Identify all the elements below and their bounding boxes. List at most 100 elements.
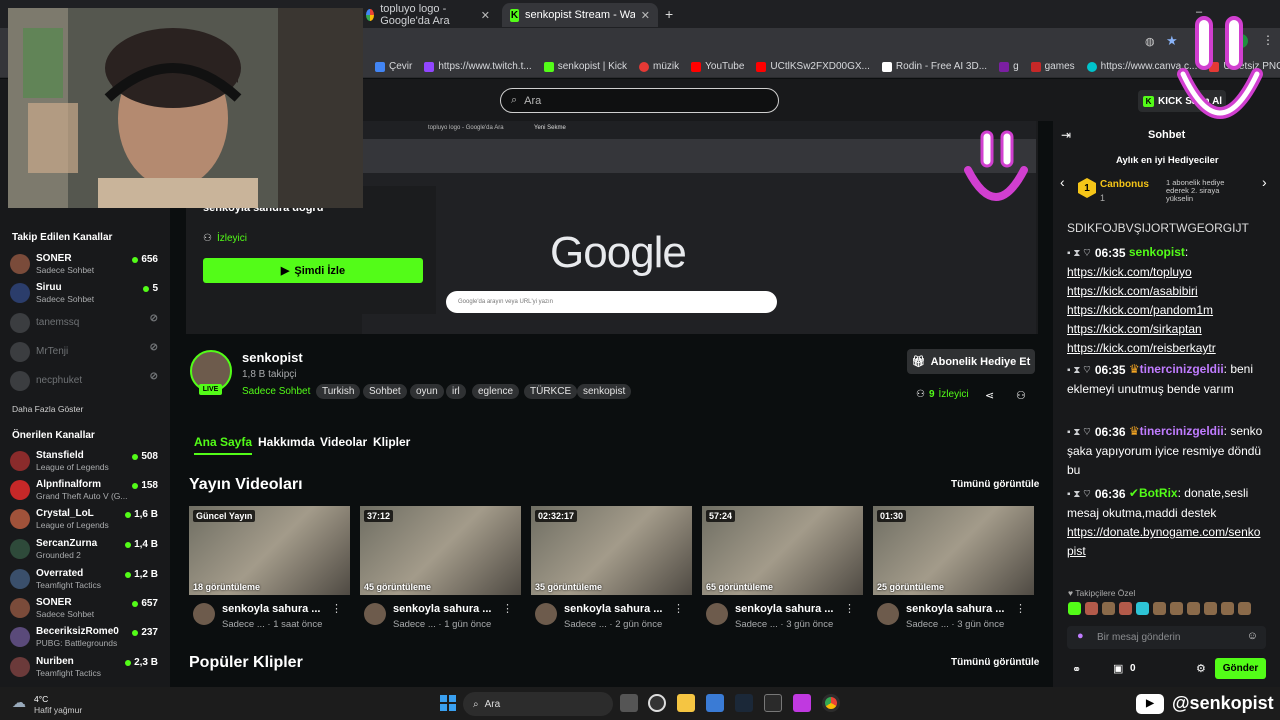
collapse-chat-icon[interactable]: ⇥ [1061,128,1071,142]
eye-off-icon[interactable]: ◍ [1145,35,1155,48]
chat-username[interactable]: tinercinizgeldii [1140,424,1224,438]
sidebar-channel[interactable]: Nuriben Teamfight Tactics 2,3 B [10,654,160,680]
emote[interactable] [1204,602,1217,615]
tag[interactable]: eglence [472,384,520,399]
emote[interactable] [1153,602,1166,615]
epic-games-icon[interactable] [764,694,782,712]
bookmark[interactable]: https://www.twitch.t... [424,61,532,72]
emote[interactable] [1119,602,1132,615]
emote[interactable] [1136,602,1149,615]
video-title[interactable]: senkoyla sahura ... [222,603,320,615]
add-user-icon[interactable]: ⚇ [1016,389,1026,402]
steam-icon[interactable] [735,694,753,712]
windows-start-icon[interactable] [440,695,456,711]
bookmark[interactable]: g [999,61,1019,72]
more-icon[interactable]: ⋮ [502,602,513,615]
chevron-left-icon[interactable]: ‹ [1060,174,1065,190]
sidebar-channel[interactable]: Siruu Sadece Sohbet 5 [10,280,160,306]
video-title[interactable]: senkoyla sahura ... [906,603,1004,615]
file-explorer-icon[interactable] [677,694,695,712]
emote[interactable] [1170,602,1183,615]
sidebar-channel[interactable]: Crystal_LoL League of Legends 1,6 B [10,506,160,532]
emote[interactable] [1102,602,1115,615]
tab-kick-stream[interactable]: K senkopist Stream - Watch Live o ✕ [502,3,658,27]
emote[interactable] [1187,602,1200,615]
close-icon[interactable]: ✕ [641,9,650,22]
video-card[interactable]: 01:30 25 görüntüleme senkoyla sahura ...… [873,506,1034,630]
sidebar-channel[interactable]: SercanZurna Grounded 2 1,4 B [10,536,160,562]
chat-input[interactable]: ● Bir mesaj gönderin ☺ [1067,626,1266,649]
video-card[interactable]: Güncel Yayın 18 görüntüleme senkoyla sah… [189,506,350,630]
tab-clips[interactable]: Klipler [373,435,410,449]
video-thumbnail[interactable]: Güncel Yayın 18 görüntüleme [189,506,350,595]
show-more-link[interactable]: Daha Fazla Göster [12,404,83,414]
video-card[interactable]: 57:24 65 görüntüleme senkoyla sahura ...… [702,506,863,630]
send-button[interactable]: Gönder [1215,658,1266,679]
chat-link[interactable]: https://kick.com/pandom1m [1067,303,1213,317]
tab-videos[interactable]: Videolar [320,435,367,449]
chat-link[interactable]: https://kick.com/sirkaptan [1067,322,1202,336]
video-title[interactable]: senkoyla sahura ... [735,603,833,615]
close-icon[interactable]: ✕ [481,9,490,22]
chat-username[interactable]: senkopist [1129,245,1185,259]
chevron-right-icon[interactable]: › [1262,174,1267,190]
more-icon[interactable]: ⋮ [1015,602,1026,615]
taskbar-search[interactable]: ⌕ Ara [463,692,613,716]
sidebar-channel[interactable]: BeceriksizRome0 PUBG: Battlegrounds 237 [10,624,160,650]
bookmark[interactable]: games [1030,61,1075,72]
chat-username[interactable]: tinercinizgeldii [1140,362,1224,376]
video-thumbnail[interactable]: 57:24 65 görüntüleme [702,506,863,595]
link-icon[interactable]: ⚭ [1072,663,1081,676]
sidebar-channel[interactable]: MrTenji ⊘ [10,339,160,365]
microphone-icon[interactable]: ● [1077,630,1084,642]
tab-home[interactable]: Ana Sayfa [194,435,253,455]
sidebar-channel[interactable]: SONER Sadece Sohbet 656 [10,251,160,277]
tag[interactable]: oyun [410,384,444,399]
video-thumbnail[interactable]: 37:12 45 görüntüleme [360,506,521,595]
emote[interactable] [1221,602,1234,615]
tag[interactable]: irl [446,384,466,399]
sidebar-channel[interactable]: tanemssq ⊘ [10,310,160,336]
watch-now-button[interactable]: ▶ Şimdi İzle [203,258,423,283]
video-title[interactable]: senkoyla sahura ... [393,603,491,615]
gift-subscription-button[interactable]: 🎁︎ Abonelik Hediye Et [907,349,1035,374]
chat-username[interactable]: BotRix [1139,486,1178,500]
chat-link[interactable]: https://donate.bynogame.com/senkopist [1067,525,1260,558]
share-icon[interactable]: ⋖ [985,389,994,402]
sidebar-channel[interactable]: SONER Sadece Sohbet 657 [10,595,160,621]
sidebar-channel[interactable]: Stansfield League of Legends 508 [10,448,160,474]
see-all-link[interactable]: Tümünü görüntüle [951,479,1039,490]
video-thumbnail[interactable]: 02:32:17 35 görüntüleme [531,506,692,595]
video-card[interactable]: 02:32:17 35 görüntüleme senkoyla sahura … [531,506,692,630]
bookmark[interactable]: müzik [639,61,679,72]
see-all-link[interactable]: Tümünü görüntüle [951,657,1039,668]
emote[interactable] [1238,602,1251,615]
obs-icon[interactable] [648,694,666,712]
bookmark[interactable]: UCtlKSw2FXD00GX... [756,61,870,72]
tag[interactable]: senkopist [577,384,632,399]
bookmark[interactable]: YouTube [691,61,744,72]
emote[interactable] [1068,602,1081,615]
sidebar-channel[interactable]: necphuket ⊘ [10,368,160,394]
tab-google-search[interactable]: topluyo logo - Google'da Ara ✕ [358,3,498,27]
emoji-icon[interactable]: ☺ [1247,630,1258,642]
video-card[interactable]: 37:12 45 görüntüleme senkoyla sahura ...… [360,506,521,630]
gift-icon[interactable]: ▣ [1113,662,1123,675]
bookmark[interactable]: Rodin - Free AI 3D... [881,61,987,72]
gear-icon[interactable]: ⚙ [1196,662,1206,675]
bookmark[interactable]: Çevir [375,61,412,72]
more-icon[interactable]: ⋮ [673,602,684,615]
emote[interactable] [1085,602,1098,615]
tag[interactable]: TÜRKCE [524,384,578,399]
store-icon[interactable] [706,694,724,712]
search-input[interactable]: ⌕ Ara [500,88,779,113]
more-icon[interactable]: ⋮ [331,602,342,615]
sidebar-channel[interactable]: Overrated Teamfight Tactics 1,2 B [10,566,160,592]
tag[interactable]: Sohbet [363,384,407,399]
task-view-icon[interactable] [620,694,638,712]
bookmark[interactable]: senkopist | Kick [543,61,627,72]
tab-about[interactable]: Hakkımda [258,435,315,449]
more-icon[interactable]: ⋮ [844,602,855,615]
chrome-icon[interactable] [822,694,840,712]
chat-link[interactable]: https://kick.com/reisberkaytr [1067,341,1216,355]
